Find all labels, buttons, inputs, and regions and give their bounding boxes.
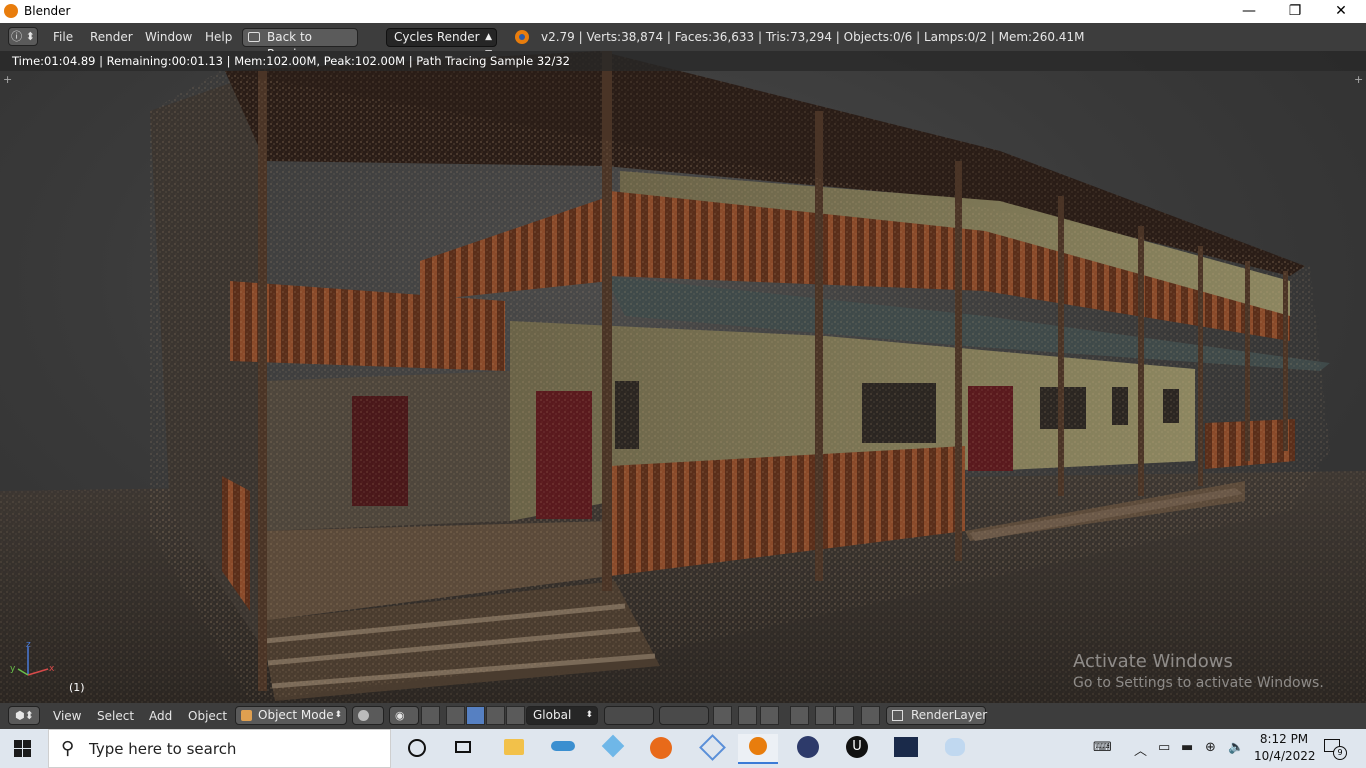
render-engine-value: Cycles Render — [394, 30, 480, 44]
axis-y-label: y — [10, 664, 16, 674]
network-globe-icon[interactable]: ⊕ — [1205, 740, 1216, 755]
info-header: ⓘ ⬍ File Render Window Help Back to Prev… — [0, 23, 1366, 61]
3d-view-header: ⬢⬍ View Select Add Object Object Mode ⬍ … — [0, 703, 1366, 729]
system-clock[interactable]: 8:12 PM 10/4/2022 — [1254, 731, 1316, 765]
3d-view-icon: ⬢⬍ — [15, 709, 34, 722]
game-app-icon[interactable] — [886, 734, 926, 764]
menu-select[interactable]: Select — [97, 709, 134, 723]
dropdown-arrows-icon: ⬍ — [334, 710, 342, 720]
3d-viewport[interactable]: Time:01:04.89 | Remaining:00:01.13 | Mem… — [0, 51, 1366, 703]
layer-lock-icon[interactable] — [713, 706, 732, 725]
rendered-building-scene — [0, 51, 1366, 703]
unreal-engine-icon[interactable]: U — [837, 734, 877, 764]
menu-file[interactable]: File — [53, 30, 73, 44]
task-view-icon[interactable] — [443, 734, 483, 764]
interaction-mode-value: Object Mode — [258, 708, 334, 722]
transform-orientation-select[interactable]: Global ⬍ — [526, 706, 598, 725]
meet-now-icon[interactable]: ▭ — [1158, 740, 1170, 755]
snap-widget-toggle[interactable] — [421, 706, 440, 725]
opengl-animation-icon[interactable] — [835, 706, 854, 725]
viewport-shading-select[interactable] — [352, 706, 384, 725]
scene-stats: v2.79 | Verts:38,874 | Faces:36,633 | Tr… — [541, 30, 1085, 44]
search-icon: ⚲ — [61, 738, 75, 759]
blender-logo-icon — [515, 30, 529, 44]
notification-count-badge: 9 — [1333, 746, 1347, 760]
scale-manipulator-icon[interactable] — [506, 706, 525, 725]
menu-window[interactable]: Window — [145, 30, 192, 44]
puzzle-app-icon[interactable] — [593, 734, 633, 764]
menu-render[interactable]: Render — [90, 30, 133, 44]
editor-type-button[interactable]: ⓘ ⬍ — [8, 27, 38, 46]
windows-start-button[interactable] — [14, 740, 32, 758]
interaction-mode-select[interactable]: Object Mode ⬍ — [235, 706, 347, 725]
dropdown-arrows-icon: ⬍ — [585, 710, 593, 720]
blender-taskbar-icon[interactable] — [738, 734, 778, 764]
axis-z-label: z — [26, 640, 31, 650]
proportional-editing-icon[interactable] — [738, 706, 757, 725]
dolphin-app-icon[interactable] — [543, 734, 583, 764]
pivot-icon: ◉ — [395, 709, 405, 722]
snap-toggle-icon[interactable] — [760, 706, 779, 725]
battery-icon[interactable]: ▬ — [1181, 740, 1193, 755]
close-button[interactable]: ✕ — [1318, 0, 1364, 23]
window-title: Blender — [24, 4, 71, 18]
maximize-button[interactable]: ❐ — [1272, 0, 1318, 23]
shading-sphere-icon — [358, 710, 369, 721]
firefox-icon[interactable] — [641, 734, 681, 764]
manipulator-icon[interactable] — [466, 706, 485, 725]
render-engine-select[interactable]: Cycles Render ▲▼ — [386, 28, 497, 59]
watermark-title: Activate Windows — [1073, 651, 1233, 672]
clock-time: 8:12 PM — [1259, 732, 1309, 746]
paint-app-icon[interactable] — [935, 734, 975, 764]
taskbar-search-box[interactable]: ⚲ Type here to search — [48, 729, 391, 768]
window-titlebar: Blender — ❐ ✕ — [0, 0, 1366, 23]
editor-type-button[interactable]: ⬢⬍ — [8, 706, 40, 725]
current-frame-label: (1) — [69, 681, 85, 694]
scene-layers-grid[interactable] — [604, 706, 654, 725]
watermark-subtitle: Go to Settings to activate Windows. — [1073, 675, 1324, 691]
show-hidden-icons-chevron-icon[interactable]: ︿ — [1134, 740, 1147, 759]
render-layer-value: RenderLayer — [911, 708, 988, 722]
windows-taskbar: ⚲ Type here to search U ⌨ ︿ ▭ ▬ ⊕ 🔈 8:12 — [0, 729, 1366, 768]
snap-element-icon[interactable] — [790, 706, 809, 725]
pivot-point-select[interactable]: ◉ — [389, 706, 419, 725]
menu-object[interactable]: Object — [188, 709, 227, 723]
transform-orientation-value: Global — [533, 708, 572, 722]
rotate-manipulator-icon[interactable] — [486, 706, 505, 725]
menu-help[interactable]: Help — [205, 30, 232, 44]
clock-date: 10/4/2022 — [1254, 749, 1316, 763]
view-axes-gizmo: z y x — [10, 640, 55, 676]
media-app-icon[interactable] — [788, 734, 828, 764]
activate-windows-watermark: Activate Windows Go to Settings to activ… — [1073, 651, 1324, 691]
pause-render-icon[interactable] — [861, 706, 880, 725]
menu-add[interactable]: Add — [149, 709, 172, 723]
area-split-icon[interactable]: + — [3, 73, 12, 86]
diamond-app-icon[interactable] — [690, 734, 730, 764]
minimize-button[interactable]: — — [1226, 0, 1272, 23]
search-placeholder: Type here to search — [89, 740, 237, 758]
screen-back-icon — [248, 32, 260, 42]
render-layer-icon — [892, 710, 903, 721]
render-progress-info: Time:01:04.89 | Remaining:00:01.13 | Mem… — [12, 54, 570, 68]
translate-manipulator-icon[interactable] — [446, 706, 465, 725]
render-layer-select[interactable]: RenderLayer — [886, 706, 988, 725]
scene-layers-grid[interactable] — [659, 706, 709, 725]
back-to-previous-button[interactable]: Back to Previous — [242, 28, 358, 61]
info-icon: ⓘ ⬍ — [11, 30, 35, 43]
blender-logo-icon — [4, 4, 18, 18]
axis-x-label: x — [49, 664, 55, 674]
volume-icon[interactable]: 🔈 — [1228, 740, 1244, 755]
file-explorer-icon[interactable] — [494, 734, 534, 764]
notification-center-icon[interactable]: 9 — [1324, 739, 1347, 760]
cortana-icon[interactable] — [396, 734, 436, 764]
area-split-icon[interactable]: + — [1354, 73, 1363, 86]
object-mode-icon — [241, 710, 252, 721]
menu-view[interactable]: View — [53, 709, 81, 723]
keyboard-icon[interactable]: ⌨ — [1093, 740, 1112, 755]
opengl-render-icon[interactable] — [815, 706, 834, 725]
